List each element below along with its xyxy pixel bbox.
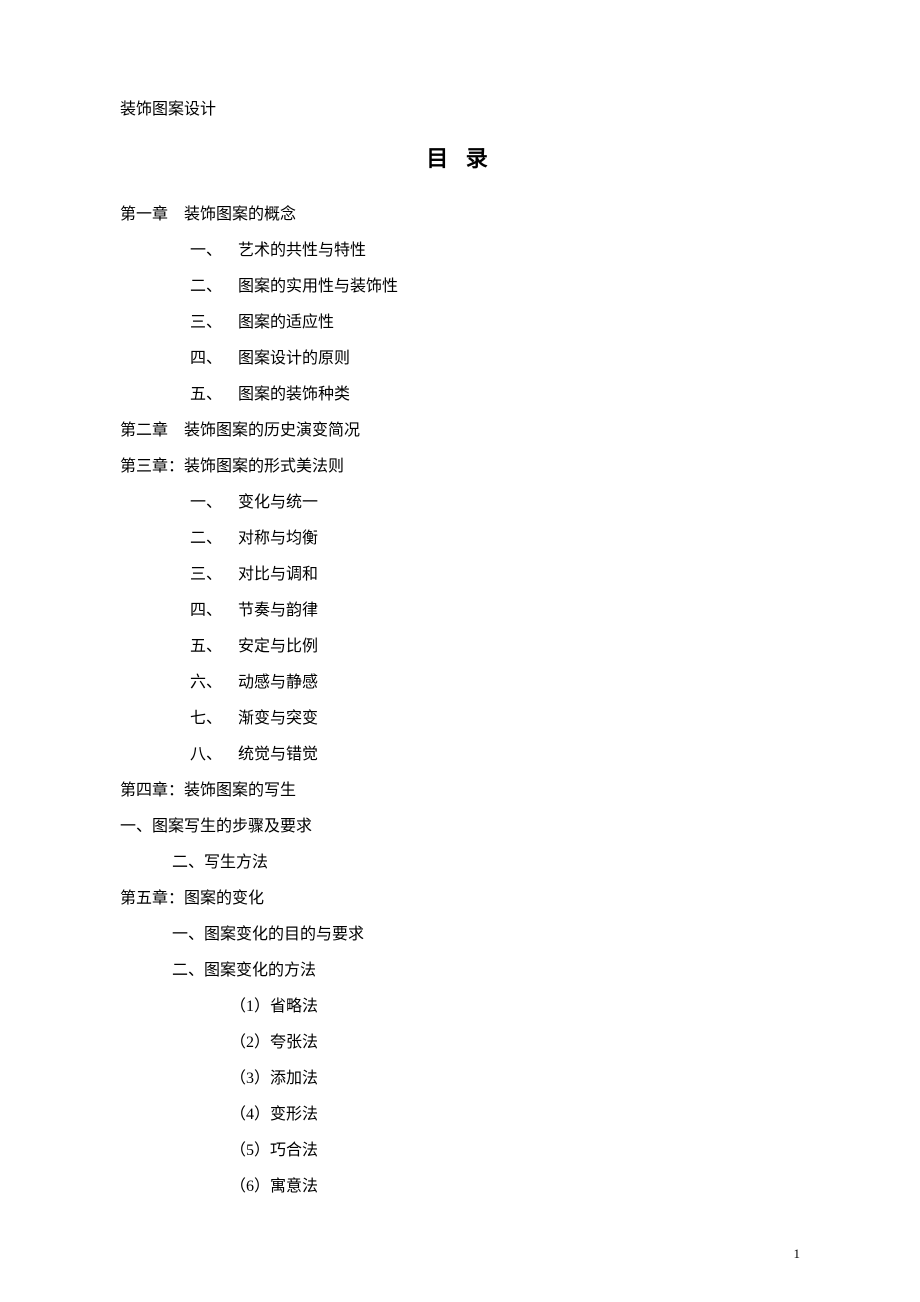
document-page: 装饰图案设计 目 录 第一章 装饰图案的概念一、 艺术的共性与特性二、 图案的实… xyxy=(0,0,920,1302)
page-number: 1 xyxy=(794,1246,801,1262)
toc-line: 第二章 装饰图案的历史演变简况 xyxy=(120,413,800,449)
toc-line: （1）省略法 xyxy=(120,989,800,1025)
toc-line: 二、 对称与均衡 xyxy=(120,521,800,557)
toc-line: （5）巧合法 xyxy=(120,1133,800,1169)
document-title: 装饰图案设计 xyxy=(120,95,800,119)
toc-line: 第五章：图案的变化 xyxy=(120,881,800,917)
toc-body: 第一章 装饰图案的概念一、 艺术的共性与特性二、 图案的实用性与装饰性三、 图案… xyxy=(120,197,800,1205)
toc-line: 五、 图案的装饰种类 xyxy=(120,377,800,413)
toc-line: （4）变形法 xyxy=(120,1097,800,1133)
toc-line: 六、 动感与静感 xyxy=(120,665,800,701)
toc-line: （2）夸张法 xyxy=(120,1025,800,1061)
toc-line: （6）寓意法 xyxy=(120,1169,800,1205)
toc-line: 三、 图案的适应性 xyxy=(120,305,800,341)
toc-line: 第三章：装饰图案的形式美法则 xyxy=(120,449,800,485)
toc-line: 八、 统觉与错觉 xyxy=(120,737,800,773)
toc-line: 二、写生方法 xyxy=(120,845,800,881)
toc-heading: 目 录 xyxy=(120,141,800,173)
toc-line: 三、 对比与调和 xyxy=(120,557,800,593)
toc-line: 五、 安定与比例 xyxy=(120,629,800,665)
toc-line: 一、图案写生的步骤及要求 xyxy=(120,809,800,845)
toc-line: 一、图案变化的目的与要求 xyxy=(120,917,800,953)
toc-line: 四、 图案设计的原则 xyxy=(120,341,800,377)
toc-line: （3）添加法 xyxy=(120,1061,800,1097)
toc-line: 一、 艺术的共性与特性 xyxy=(120,233,800,269)
toc-line: 二、 图案的实用性与装饰性 xyxy=(120,269,800,305)
toc-line: 第一章 装饰图案的概念 xyxy=(120,197,800,233)
toc-line: 七、 渐变与突变 xyxy=(120,701,800,737)
toc-line: 第四章：装饰图案的写生 xyxy=(120,773,800,809)
toc-line: 四、 节奏与韵律 xyxy=(120,593,800,629)
toc-line: 二、图案变化的方法 xyxy=(120,953,800,989)
toc-line: 一、 变化与统一 xyxy=(120,485,800,521)
